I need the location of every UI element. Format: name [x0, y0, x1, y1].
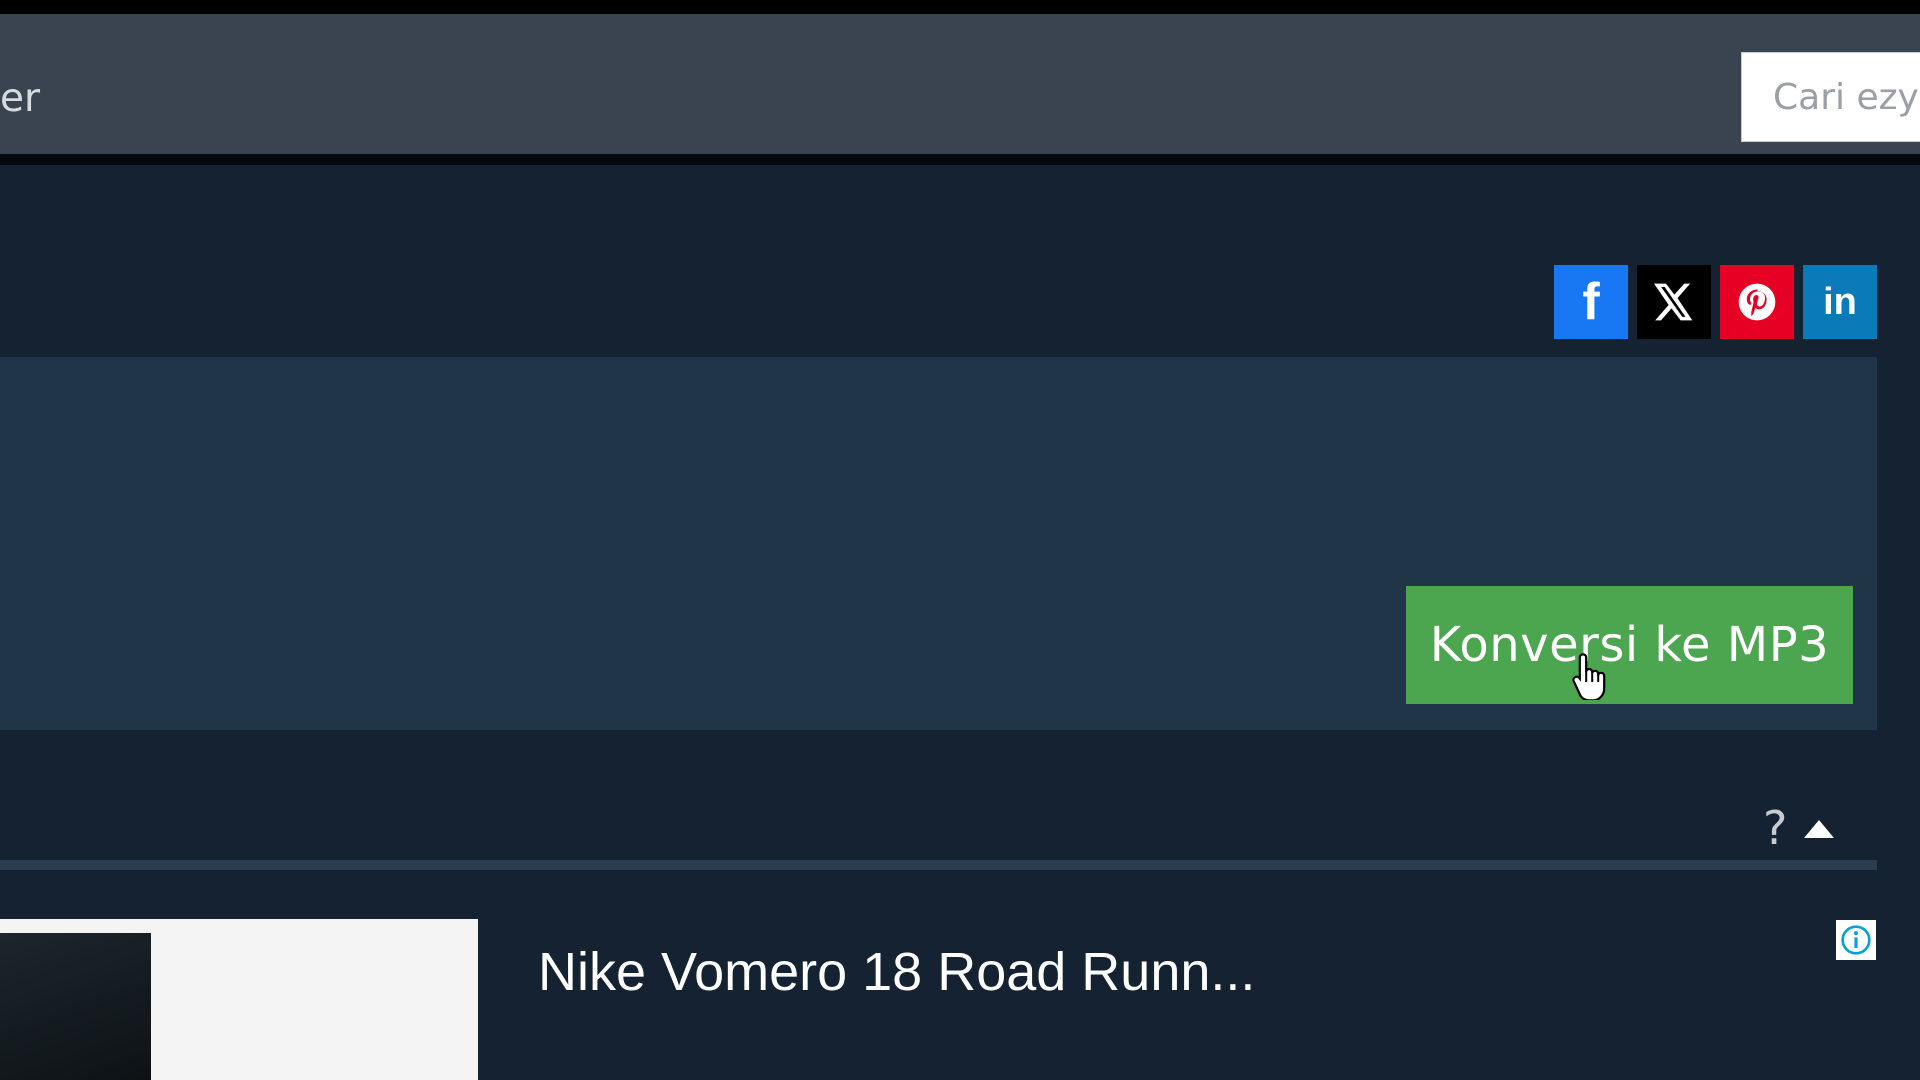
- nav-menu-label[interactable]: er: [0, 76, 40, 122]
- caret-up-icon[interactable]: [1804, 820, 1834, 838]
- top-window-edge: [0, 0, 1920, 14]
- ad-image-thumbnail: [0, 933, 151, 1080]
- section-divider: [0, 860, 1877, 870]
- linkedin-icon: in: [1823, 281, 1857, 323]
- help-question-mark[interactable]: ?: [1763, 802, 1787, 854]
- search-input[interactable]: [1742, 53, 1920, 141]
- site-navbar: er: [0, 14, 1920, 154]
- facebook-share-button[interactable]: f: [1554, 265, 1628, 339]
- convert-to-mp3-button[interactable]: Konversi ke MP3: [1406, 586, 1853, 704]
- info-icon: [1841, 925, 1871, 955]
- x-share-button[interactable]: [1637, 265, 1711, 339]
- x-icon: [1654, 283, 1693, 321]
- search-box[interactable]: [1741, 52, 1920, 142]
- pinterest-share-button[interactable]: [1720, 265, 1794, 339]
- facebook-icon: f: [1582, 273, 1600, 331]
- ad-info-button[interactable]: [1836, 920, 1876, 960]
- navbar-divider: [0, 154, 1920, 165]
- linkedin-share-button[interactable]: in: [1803, 265, 1877, 339]
- ad-title[interactable]: Nike Vomero 18 Road Runn...: [538, 940, 1255, 1004]
- ad-product-image[interactable]: [0, 919, 478, 1080]
- pinterest-icon: [1738, 283, 1776, 321]
